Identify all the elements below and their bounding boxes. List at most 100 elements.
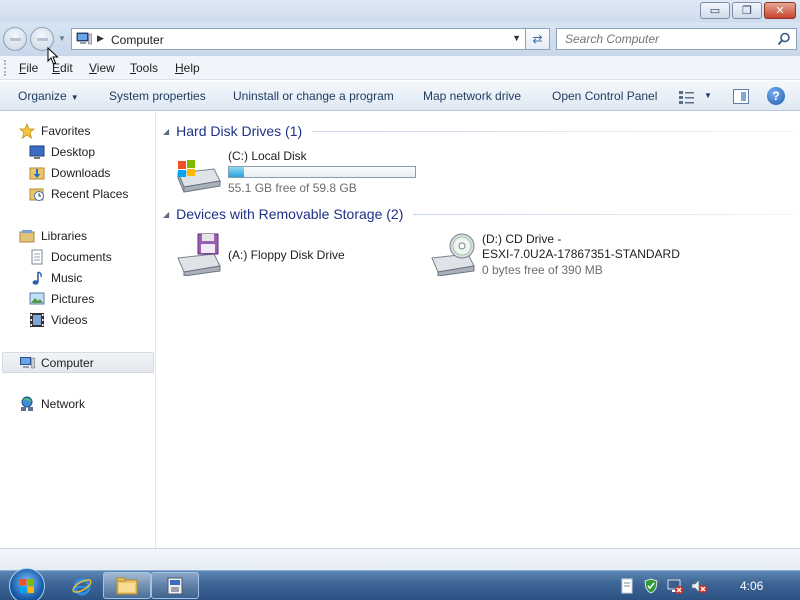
open-control-panel-button[interactable]: Open Control Panel: [552, 89, 657, 103]
nav-computer[interactable]: Computer: [2, 352, 154, 373]
title-bar: ▭ ❐ ✕: [0, 0, 800, 22]
network-status-icon[interactable]: [666, 577, 684, 595]
change-view-icon[interactable]: [678, 89, 696, 105]
menu-file[interactable]: File: [19, 61, 38, 75]
drive-d[interactable]: (D:) CD Drive - ESXI-7.0U2A-17867351-STA…: [428, 232, 728, 282]
windows-logo-icon: [20, 579, 34, 593]
drive-a-name: (A:) Floppy Disk Drive: [228, 248, 345, 262]
collapse-arrow-icon[interactable]: ◢: [163, 127, 169, 136]
menu-view-mnemonic: V: [89, 61, 97, 75]
back-button[interactable]: [3, 27, 27, 51]
view-options-dropdown[interactable]: ▼: [704, 91, 712, 100]
details-pane: [0, 548, 800, 570]
documents-icon: [31, 249, 43, 265]
drive-d-volume-label: ESXI-7.0U2A-17867351-STANDARD: [482, 247, 680, 261]
command-bar: Organize ▼ System properties Uninstall or…: [0, 81, 800, 111]
videos-icon: [30, 313, 44, 327]
content-pane: ◢ Hard Disk Drives (1) (C:) Local Disk 5…: [157, 112, 800, 548]
group-title-hard-disks: Hard Disk Drives (1): [176, 123, 303, 139]
close-icon: ✕: [775, 4, 785, 17]
floppy-drive-icon: [177, 233, 221, 276]
system-properties-button[interactable]: System properties: [109, 89, 206, 103]
nav-music-label: Music: [51, 271, 83, 285]
group-header-removable[interactable]: ◢ Devices with Removable Storage (2): [163, 204, 793, 224]
libraries-icon: [19, 230, 35, 243]
nav-downloads[interactable]: Downloads: [29, 163, 110, 183]
organize-label: Organize: [18, 89, 67, 103]
nav-network-label: Network: [41, 397, 86, 411]
address-bar[interactable]: ▶ Computer ▼: [71, 28, 526, 50]
start-button[interactable]: [9, 568, 45, 600]
drive-c-usage-fill: [229, 167, 244, 177]
nav-network[interactable]: Network: [19, 394, 85, 414]
uninstall-program-button[interactable]: Uninstall or change a program: [233, 89, 394, 103]
navigation-pane: Favorites Desktop Downloads Recent Place…: [0, 112, 156, 548]
nav-documents[interactable]: Documents: [29, 247, 112, 267]
taskbar-program[interactable]: [151, 572, 199, 599]
refresh-icon: ⇄: [532, 32, 543, 46]
taskbar-clock[interactable]: 4:06: [740, 579, 763, 593]
preview-pane-button[interactable]: [733, 89, 749, 104]
search-icon[interactable]: [777, 32, 791, 46]
computer-icon: [76, 32, 92, 45]
menu-help-label: elp: [183, 61, 200, 75]
breadcrumb-separator-icon[interactable]: ▶: [97, 33, 104, 44]
group-header-hard-disks[interactable]: ◢ Hard Disk Drives (1): [163, 121, 793, 141]
address-history-dropdown[interactable]: ▼: [512, 33, 521, 43]
notification-area: [618, 577, 708, 595]
taskbar-windows-explorer[interactable]: [103, 572, 151, 599]
nav-recent-places-label: Recent Places: [51, 187, 129, 201]
refresh-button[interactable]: ⇄: [526, 28, 550, 50]
search-box: [556, 28, 797, 50]
drive-d-free-space: 0 bytes free of 390 MB: [482, 263, 603, 277]
security-shield-icon[interactable]: [642, 577, 660, 595]
organize-button[interactable]: Organize ▼: [18, 89, 79, 103]
breadcrumb-computer[interactable]: Computer: [111, 33, 164, 47]
nav-videos[interactable]: Videos: [29, 310, 87, 330]
nav-favorites-label: Favorites: [41, 124, 91, 138]
mouse-cursor-icon: [47, 47, 59, 65]
menu-bar: File Edit View Tools Help: [0, 56, 800, 80]
menu-tools[interactable]: Tools: [130, 61, 158, 75]
drive-c[interactable]: (C:) Local Disk 55.1 GB free of 59.8 GB: [174, 149, 424, 195]
network-icon: [21, 396, 33, 411]
drive-a[interactable]: (A:) Floppy Disk Drive: [174, 232, 394, 278]
back-arrow-icon: [10, 38, 21, 41]
downloads-folder-icon: [29, 167, 45, 180]
cd-drive-icon: [431, 233, 475, 276]
drive-c-name: (C:) Local Disk: [228, 149, 307, 163]
address-row: ▼ ▶ Computer ▼ ⇄: [0, 22, 800, 56]
menu-tools-label: ools: [136, 61, 159, 75]
menu-view[interactable]: View: [89, 61, 115, 75]
nav-desktop[interactable]: Desktop: [29, 142, 95, 162]
nav-pictures-label: Pictures: [51, 292, 95, 306]
map-network-drive-button[interactable]: Map network drive: [423, 89, 521, 103]
menu-help-mnemonic: H: [175, 61, 184, 75]
group-title-removable: Devices with Removable Storage (2): [176, 206, 404, 222]
menu-file-label: ile: [26, 61, 39, 75]
caption-buttons: ▭ ❐ ✕: [700, 2, 796, 19]
recent-pages-dropdown[interactable]: ▼: [58, 34, 66, 43]
computer-icon: [20, 356, 35, 368]
nav-recent-places[interactable]: Recent Places: [29, 184, 128, 204]
close-button[interactable]: ✕: [764, 2, 796, 19]
group-divider: [413, 213, 793, 215]
program-icon: [167, 577, 183, 594]
taskbar-internet-explorer[interactable]: [58, 572, 106, 599]
volume-muted-icon[interactable]: [690, 577, 708, 595]
collapse-arrow-icon[interactable]: ◢: [163, 210, 169, 219]
drive-d-name: (D:) CD Drive -: [482, 232, 562, 246]
menu-help[interactable]: Help: [175, 61, 200, 75]
nav-favorites[interactable]: Favorites: [19, 121, 90, 141]
nav-music[interactable]: Music: [29, 268, 82, 288]
nav-libraries[interactable]: Libraries: [19, 226, 87, 246]
minimize-button[interactable]: ▭: [700, 2, 730, 19]
restore-icon: ❐: [742, 4, 752, 17]
action-center-icon[interactable]: [618, 577, 636, 595]
maximize-button[interactable]: ❐: [732, 2, 762, 19]
nav-desktop-label: Desktop: [51, 145, 96, 159]
nav-pictures[interactable]: Pictures: [29, 289, 94, 309]
search-input[interactable]: [565, 32, 775, 46]
forward-arrow-icon: [37, 38, 48, 41]
help-button[interactable]: ?: [767, 87, 785, 105]
